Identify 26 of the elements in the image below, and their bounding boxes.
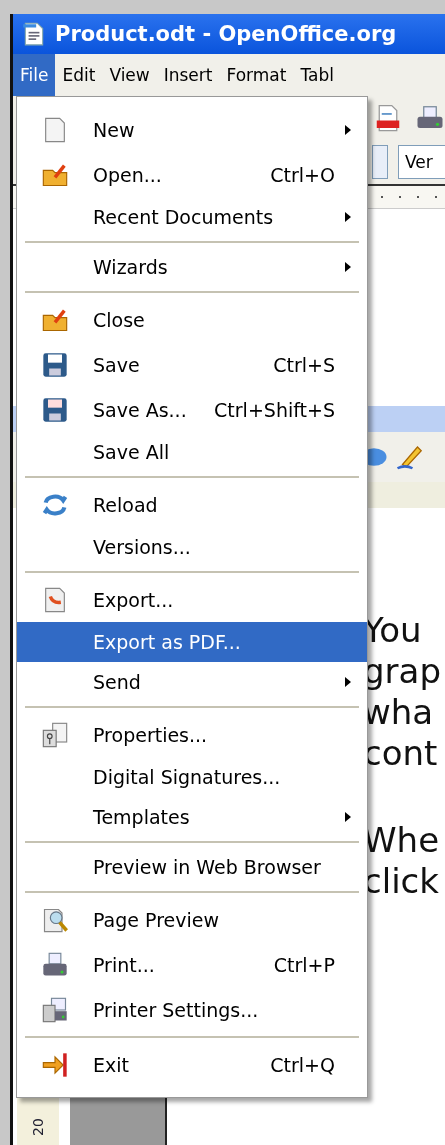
- menu-item[interactable]: Digital Signatures...: [17, 757, 367, 797]
- toolbar-button[interactable]: [372, 144, 388, 179]
- menu-bar-item[interactable]: View: [102, 54, 157, 96]
- menu-item[interactable]: Close: [17, 297, 367, 342]
- menu-item[interactable]: Exit Ctrl+Q: [17, 1042, 367, 1087]
- menu-bar-item[interactable]: Format: [219, 54, 294, 96]
- menu-bar-item[interactable]: File: [13, 54, 56, 96]
- menu-bar-item[interactable]: Edit: [55, 54, 103, 96]
- menu-bar-item[interactable]: Insert: [156, 54, 220, 96]
- menu-item[interactable]: Reload: [17, 482, 367, 527]
- menu-item[interactable]: Save All: [17, 432, 367, 472]
- menu-item[interactable]: Printer Settings...: [17, 987, 367, 1032]
- menu-item[interactable]: Save As... Ctrl+Shift+S: [17, 387, 367, 432]
- font-name-field[interactable]: Ver: [398, 144, 445, 179]
- menu-item[interactable]: Save Ctrl+S: [17, 342, 367, 387]
- menu-item[interactable]: Wizards: [17, 247, 367, 287]
- ruler-number: 20: [30, 1118, 46, 1136]
- menu-item[interactable]: Print... Ctrl+P: [17, 942, 367, 987]
- menu-item[interactable]: Page Preview: [17, 897, 367, 942]
- menu-item[interactable]: New: [17, 107, 367, 152]
- window-title: Product.odt - OpenOffice.org: [55, 22, 397, 46]
- menu-item[interactable]: Versions...: [17, 527, 367, 567]
- menu-bar-item[interactable]: Tabl: [293, 54, 341, 96]
- menu-item[interactable]: Export as PDF...: [17, 622, 367, 662]
- menu-item[interactable]: Recent Documents: [17, 197, 367, 237]
- menu-item[interactable]: Open... Ctrl+O: [17, 152, 367, 197]
